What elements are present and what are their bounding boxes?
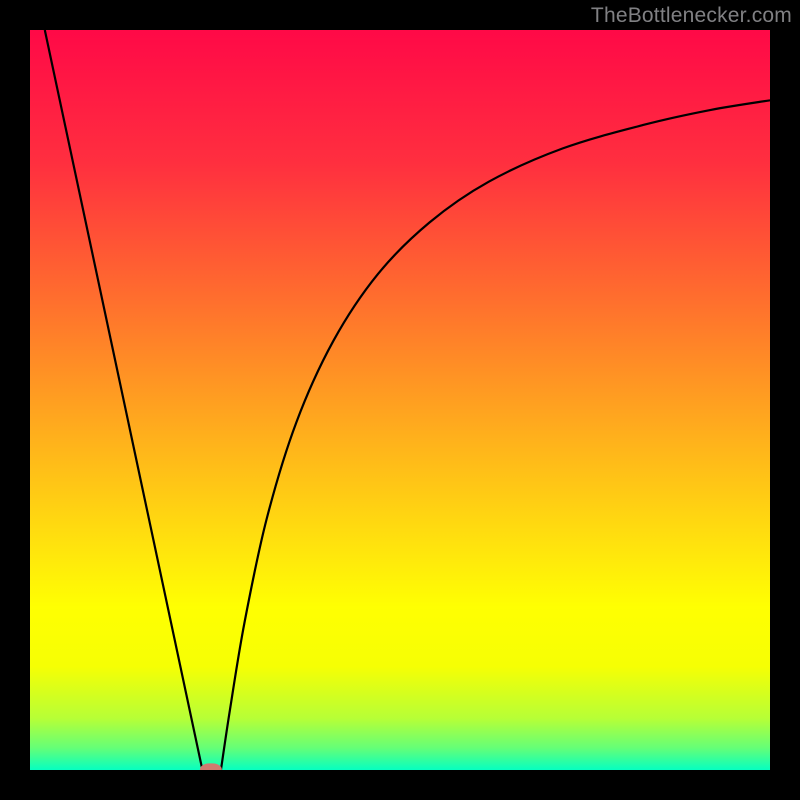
chart-frame: TheBottlenecker.com — [0, 0, 800, 800]
minimum-marker — [200, 763, 222, 770]
plot-area — [30, 30, 770, 770]
attribution-text: TheBottlenecker.com — [591, 4, 792, 28]
left-curve — [45, 30, 203, 770]
right-curve — [221, 100, 770, 770]
curve-layer — [30, 30, 770, 770]
